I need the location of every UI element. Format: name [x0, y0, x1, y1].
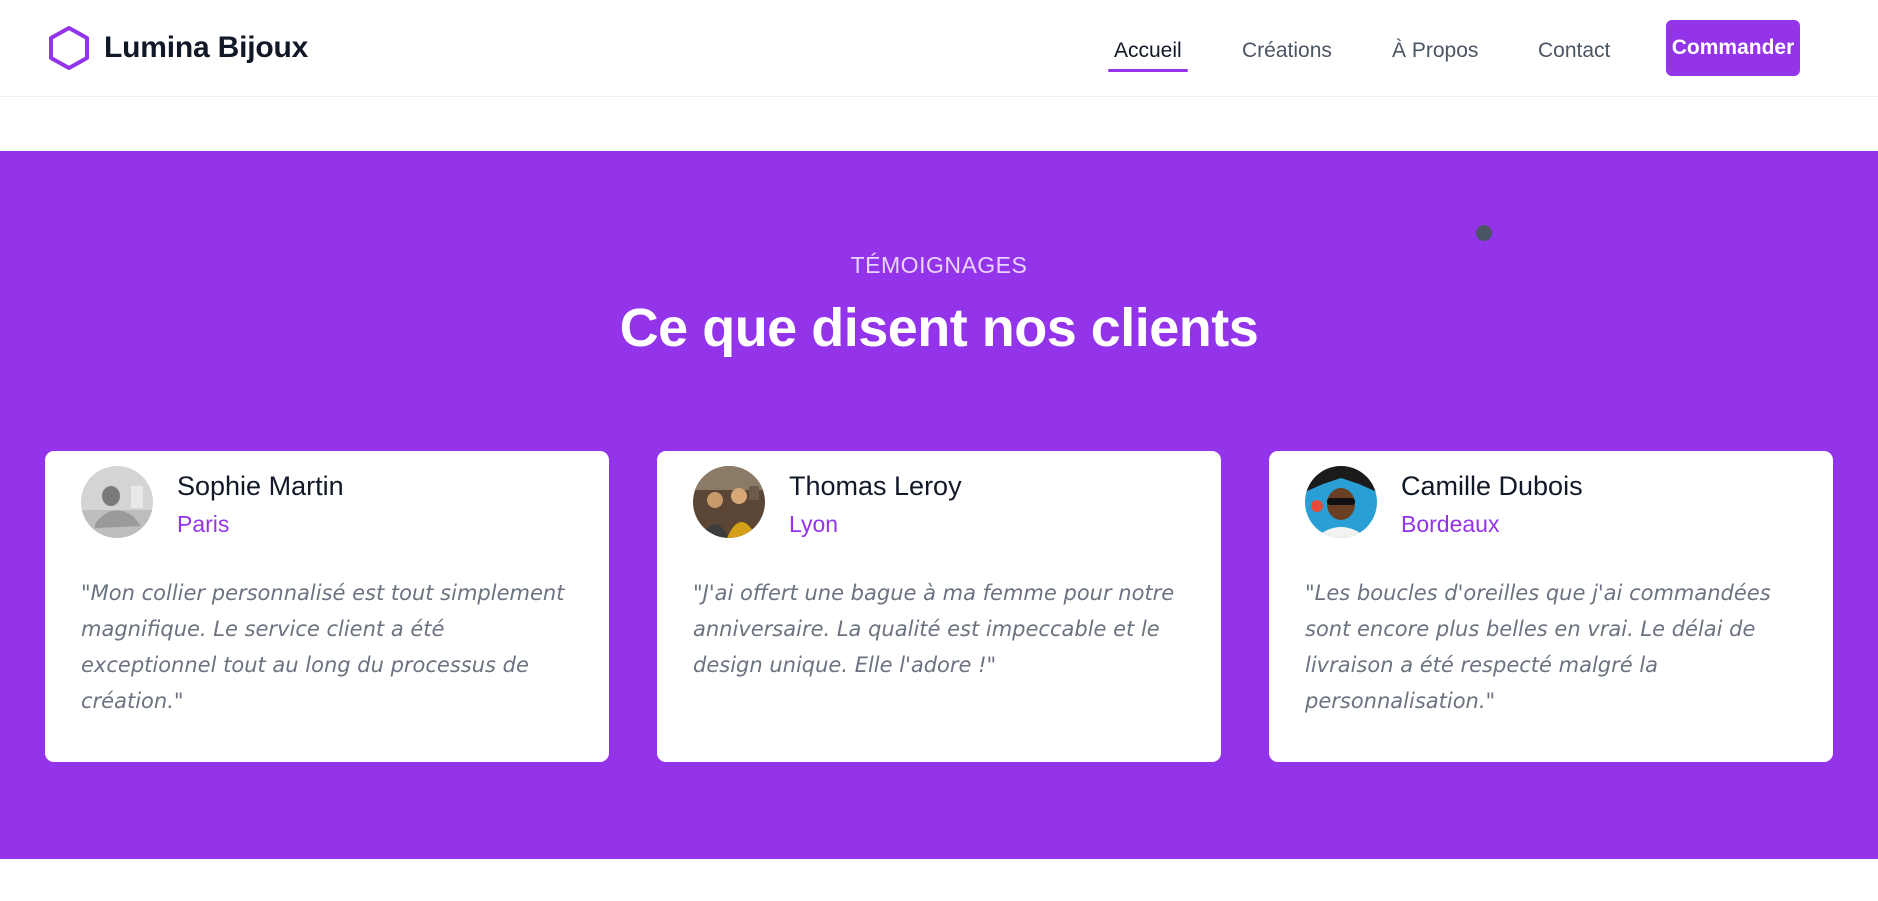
avatar-photo-icon — [693, 466, 765, 538]
testimonial-card: Thomas Leroy Lyon "J'ai offert une bague… — [657, 451, 1221, 762]
testimonial-card: Sophie Martin Paris "Mon collier personn… — [45, 451, 609, 762]
main-nav: Accueil Créations À Propos Contact — [0, 36, 1878, 76]
avatar — [1305, 466, 1377, 538]
avatar — [81, 466, 153, 538]
order-button[interactable]: Commander — [1666, 20, 1800, 76]
testimonial-name: Sophie Martin — [177, 471, 344, 501]
testimonial-name: Camille Dubois — [1401, 471, 1583, 501]
site-header: Lumina Bijoux Accueil Créations À Propos… — [0, 0, 1878, 97]
nav-link-creations[interactable]: Créations — [1242, 36, 1332, 66]
nav-link-accueil[interactable]: Accueil — [1108, 36, 1188, 72]
testimonial-quote: "Les boucles d'oreilles que j'ai command… — [1305, 581, 1771, 713]
avatar — [693, 466, 765, 538]
testimonial-card: Camille Dubois Bordeaux "Les boucles d'o… — [1269, 451, 1833, 762]
section-eyebrow: TÉMOIGNAGES — [850, 252, 1028, 278]
avatar-photo-icon — [81, 466, 153, 538]
testimonial-name: Thomas Leroy — [789, 471, 962, 501]
section-title: Ce que disent nos clients — [619, 298, 1259, 358]
testimonial-city: Lyon — [789, 511, 839, 537]
testimonial-quote: "J'ai offert une bague à ma femme pour n… — [693, 581, 1175, 677]
cursor-dot — [1476, 225, 1492, 241]
testimonial-quote: "Mon collier personnalisé est tout simpl… — [81, 581, 565, 713]
testimonial-city: Bordeaux — [1401, 511, 1500, 537]
nav-link-contact[interactable]: Contact — [1538, 36, 1610, 66]
nav-link-a-propos[interactable]: À Propos — [1392, 36, 1478, 66]
testimonial-city: Paris — [177, 511, 230, 537]
avatar-photo-icon — [1305, 466, 1377, 538]
